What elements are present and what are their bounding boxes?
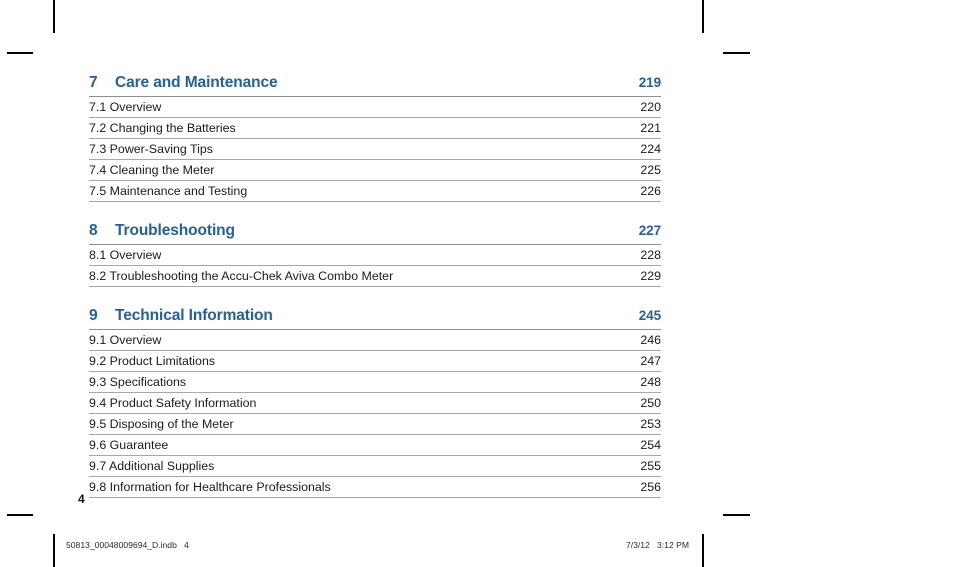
toc-section-title: Care and Maintenance [115, 74, 278, 91]
toc-entry[interactable]: 9.2 Product Limitations 247 [89, 351, 661, 372]
toc-entry-label: 9.5 Disposing of the Meter [89, 417, 234, 431]
toc-section-heading[interactable]: 9 Technical Information 245 [89, 307, 661, 330]
toc-section-page-number: 245 [638, 308, 661, 323]
toc-section: 9 Technical Information 245 9.1 Overview 246… [89, 307, 661, 498]
toc-entry-page-number: 254 [640, 438, 661, 452]
toc-entry-label: 7.2 Changing the Batteries [89, 121, 236, 135]
toc-entry[interactable]: 8.1 Overview 228 [89, 245, 661, 266]
toc-entry[interactable]: 8.2 Troubleshooting the Accu-Chek Aviva … [89, 266, 661, 287]
toc-section-page-number: 219 [638, 75, 661, 90]
toc-section-number: 8 [89, 222, 98, 239]
toc-entry[interactable]: 9.7 Additional Supplies 255 [89, 456, 661, 477]
toc-entry-page-number: 246 [640, 333, 661, 347]
crop-mark-bottom-right-horizontal [723, 514, 750, 516]
toc-section-number: 7 [89, 74, 98, 91]
crop-mark-bottom-right-vertical [702, 534, 704, 567]
toc-entry[interactable]: 9.6 Guarantee 254 [89, 435, 661, 456]
toc-entry[interactable]: 9.3 Specifications 248 [89, 372, 661, 393]
toc-entry-page-number: 220 [640, 100, 661, 114]
document-page: 7 Care and Maintenance 219 7.1 Overview 220 7… [0, 0, 954, 567]
toc-entry-label: 7.3 Power-Saving Tips [89, 142, 213, 156]
toc-section-number: 9 [89, 307, 98, 324]
toc-section-title: Troubleshooting [115, 222, 235, 239]
toc-section: 8 Troubleshooting 227 8.1 Overview 228 8.2 Tr… [89, 222, 661, 287]
toc-section: 7 Care and Maintenance 219 7.1 Overview 220 7… [89, 74, 661, 202]
toc-entry[interactable]: 7.4 Cleaning the Meter 225 [89, 160, 661, 181]
toc-entry-label: 9.1 Overview [89, 333, 162, 347]
toc-section-heading[interactable]: 7 Care and Maintenance 219 [89, 74, 661, 97]
toc-entry-label: 7.5 Maintenance and Testing [89, 184, 248, 198]
toc-entry-page-number: 255 [640, 459, 661, 473]
crop-mark-top-left-horizontal [7, 52, 33, 54]
page-folio: 4 [78, 492, 85, 506]
crop-mark-top-right-vertical [702, 0, 704, 33]
table-of-contents: 7 Care and Maintenance 219 7.1 Overview 220 7… [89, 74, 661, 498]
toc-section-title: Technical Information [115, 307, 273, 324]
toc-entry[interactable]: 9.8 Information for Healthcare Professio… [89, 477, 661, 498]
toc-entry-label: 7.1 Overview [89, 100, 162, 114]
toc-entry-page-number: 226 [640, 184, 661, 198]
crop-mark-bottom-left-horizontal [7, 514, 33, 516]
toc-entry[interactable]: 9.1 Overview 246 [89, 330, 661, 351]
toc-entry-page-number: 228 [640, 248, 661, 262]
toc-entry-label: 9.6 Guarantee [89, 438, 169, 452]
toc-entry[interactable]: 7.1 Overview 220 [89, 97, 661, 118]
toc-section-page-number: 227 [638, 223, 661, 238]
toc-entry-page-number: 248 [640, 375, 661, 389]
toc-entry-page-number: 256 [640, 480, 661, 494]
toc-entry-label: 8.2 Troubleshooting the Accu-Chek Aviva … [89, 269, 394, 283]
toc-entry-page-number: 250 [640, 396, 661, 410]
toc-entry-page-number: 225 [640, 163, 661, 177]
toc-entry-label: 9.3 Specifications [89, 375, 187, 389]
toc-entry-page-number: 224 [640, 142, 661, 156]
toc-entry[interactable]: 7.5 Maintenance and Testing 226 [89, 181, 661, 202]
toc-entry[interactable]: 7.3 Power-Saving Tips 224 [89, 139, 661, 160]
toc-entry-label: 9.8 Information for Healthcare Professio… [89, 480, 331, 494]
toc-entry-page-number: 221 [640, 121, 661, 135]
toc-entry[interactable]: 7.2 Changing the Batteries 221 [89, 118, 661, 139]
toc-entry-label: 8.1 Overview [89, 248, 162, 262]
toc-entry-label: 9.2 Product Limitations [89, 354, 216, 368]
crop-mark-top-left-vertical [53, 0, 55, 33]
toc-entry-label: 9.7 Additional Supplies [89, 459, 215, 473]
toc-entry[interactable]: 9.4 Product Safety Information 250 [89, 393, 661, 414]
crop-mark-top-right-horizontal [723, 52, 750, 54]
print-footer-timestamp: 7/3/12 3:12 PM [625, 540, 689, 550]
print-footer-filename: 50813_00048009694_D.indb 4 [66, 540, 189, 550]
toc-entry-label: 9.4 Product Safety Information [89, 396, 257, 410]
toc-entry-page-number: 253 [640, 417, 661, 431]
toc-entry-label: 7.4 Cleaning the Meter [89, 163, 215, 177]
toc-entry[interactable]: 9.5 Disposing of the Meter 253 [89, 414, 661, 435]
toc-section-heading[interactable]: 8 Troubleshooting 227 [89, 222, 661, 245]
crop-mark-bottom-left-vertical [53, 534, 55, 567]
toc-entry-page-number: 247 [640, 354, 661, 368]
toc-entry-page-number: 229 [640, 269, 661, 283]
